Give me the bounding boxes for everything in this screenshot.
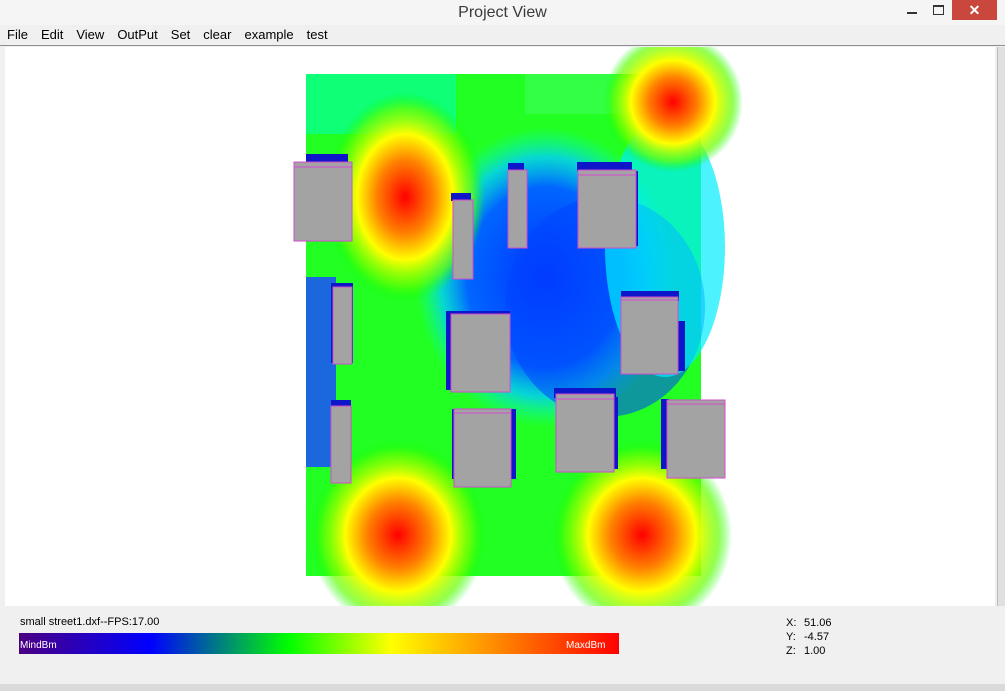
menu-view[interactable]: View (69, 25, 110, 45)
app-window: Project View ✕ File Edit View OutPut Set… (0, 0, 1005, 691)
building[interactable] (452, 199, 474, 280)
close-icon: ✕ (968, 1, 981, 18)
menu-set[interactable]: Set (164, 25, 197, 45)
menu-output[interactable]: OutPut (110, 25, 163, 45)
z-value: 1.00 (804, 645, 826, 657)
x-value: 51.06 (804, 617, 832, 629)
menu-edit[interactable]: Edit (34, 25, 69, 45)
maximize-button[interactable] (925, 0, 952, 20)
signal-heatmap[interactable] (5, 47, 995, 606)
legend-min-label: MindBm (20, 640, 57, 651)
building[interactable] (293, 161, 353, 242)
building[interactable] (666, 399, 726, 479)
status-info: small street1.dxf--FPS:17.00 (20, 616, 160, 628)
y-value: -4.57 (804, 631, 830, 643)
building[interactable] (450, 313, 511, 393)
y-label: Y: (786, 631, 796, 643)
vertical-scrollbar[interactable] (997, 47, 1005, 606)
title-bar: Project View ✕ (0, 0, 1005, 25)
close-button[interactable]: ✕ (952, 0, 997, 20)
menu-bar: File Edit View OutPut Set clear example … (0, 25, 1005, 46)
maximize-icon (933, 5, 944, 15)
building[interactable] (507, 169, 528, 249)
building[interactable] (332, 286, 353, 365)
building[interactable] (555, 393, 615, 473)
building[interactable] (620, 296, 679, 375)
menu-example[interactable]: example (237, 25, 299, 45)
project-viewport[interactable] (5, 47, 995, 606)
minimize-icon (907, 12, 917, 14)
window-title: Project View (458, 4, 547, 21)
status-panel: small street1.dxf--FPS:17.00 MindBm Maxd… (0, 606, 1005, 686)
z-label: Z: (786, 645, 796, 657)
building[interactable] (453, 408, 512, 488)
menu-file[interactable]: File (0, 25, 34, 45)
minimize-button[interactable] (899, 0, 925, 20)
menu-test[interactable]: test (300, 25, 334, 45)
building[interactable] (330, 405, 352, 484)
coordinate-readout: X: 51.06 Y: -4.57 Z: 1.00 (786, 616, 832, 658)
x-label: X: (786, 617, 797, 629)
signal-legend-bar (19, 633, 619, 654)
building[interactable] (577, 169, 637, 249)
menu-clear[interactable]: clear (196, 25, 237, 45)
legend-max-label: MaxdBm (566, 640, 606, 651)
window-bottom-border (0, 684, 1005, 691)
